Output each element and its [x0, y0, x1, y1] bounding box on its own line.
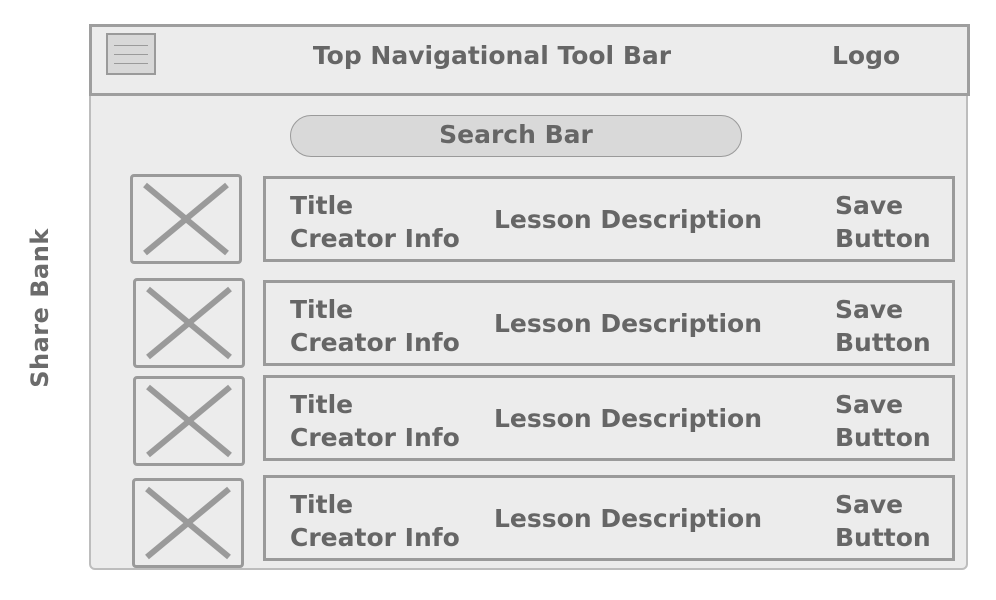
item-lesson-description: Lesson Description — [494, 309, 763, 338]
save-button-label-line2: Button — [835, 523, 931, 552]
save-button[interactable]: Save Button — [835, 488, 931, 554]
save-button-label-line2: Button — [835, 224, 931, 253]
save-button-label-line1: Save — [835, 490, 904, 519]
item-title-block: Title Creator Info — [290, 189, 460, 255]
image-placeholder-icon — [145, 486, 231, 560]
item-title-block: Title Creator Info — [290, 293, 460, 359]
item-creator-info: Creator Info — [290, 224, 460, 253]
item-lesson-description: Lesson Description — [494, 205, 763, 234]
item-creator-info: Creator Info — [290, 328, 460, 357]
app-frame: Top Navigational Tool Bar Logo Search Ba… — [89, 24, 970, 570]
item-title-block: Title Creator Info — [290, 388, 460, 454]
lesson-thumbnail[interactable] — [132, 478, 244, 568]
item-title: Title — [290, 295, 354, 324]
list-item[interactable]: Title Creator Info Lesson Description Sa… — [263, 280, 955, 366]
top-navigation-toolbar: Top Navigational Tool Bar Logo — [89, 24, 970, 96]
save-button[interactable]: Save Button — [835, 388, 931, 454]
list-item[interactable]: Title Creator Info Lesson Description Sa… — [263, 375, 955, 461]
item-lesson-description: Lesson Description — [494, 404, 763, 433]
item-title: Title — [290, 490, 354, 519]
page-side-label: Share Bank — [26, 228, 54, 388]
image-placeholder-icon — [146, 384, 232, 458]
image-placeholder-icon — [146, 286, 232, 360]
save-button-label-line2: Button — [835, 423, 931, 452]
search-bar[interactable]: Search Bar — [290, 115, 742, 157]
lesson-thumbnail[interactable] — [133, 278, 245, 368]
save-button[interactable]: Save Button — [835, 189, 931, 255]
save-button-label-line1: Save — [835, 191, 904, 220]
lesson-thumbnail[interactable] — [133, 376, 245, 466]
item-lesson-description: Lesson Description — [494, 504, 763, 533]
hamburger-menu-icon[interactable] — [106, 33, 156, 75]
save-button-label-line1: Save — [835, 295, 904, 324]
toolbar-title: Top Navigational Tool Bar — [312, 41, 672, 70]
save-button[interactable]: Save Button — [835, 293, 931, 359]
item-title: Title — [290, 191, 354, 220]
item-title: Title — [290, 390, 354, 419]
lesson-thumbnail[interactable] — [130, 174, 242, 264]
item-creator-info: Creator Info — [290, 423, 460, 452]
image-placeholder-icon — [143, 182, 229, 256]
save-button-label-line1: Save — [835, 390, 904, 419]
save-button-label-line2: Button — [835, 328, 931, 357]
list-item[interactable]: Title Creator Info Lesson Description Sa… — [263, 475, 955, 561]
item-creator-info: Creator Info — [290, 523, 460, 552]
list-item[interactable]: Title Creator Info Lesson Description Sa… — [263, 176, 955, 262]
logo[interactable]: Logo — [832, 41, 900, 70]
item-title-block: Title Creator Info — [290, 488, 460, 554]
